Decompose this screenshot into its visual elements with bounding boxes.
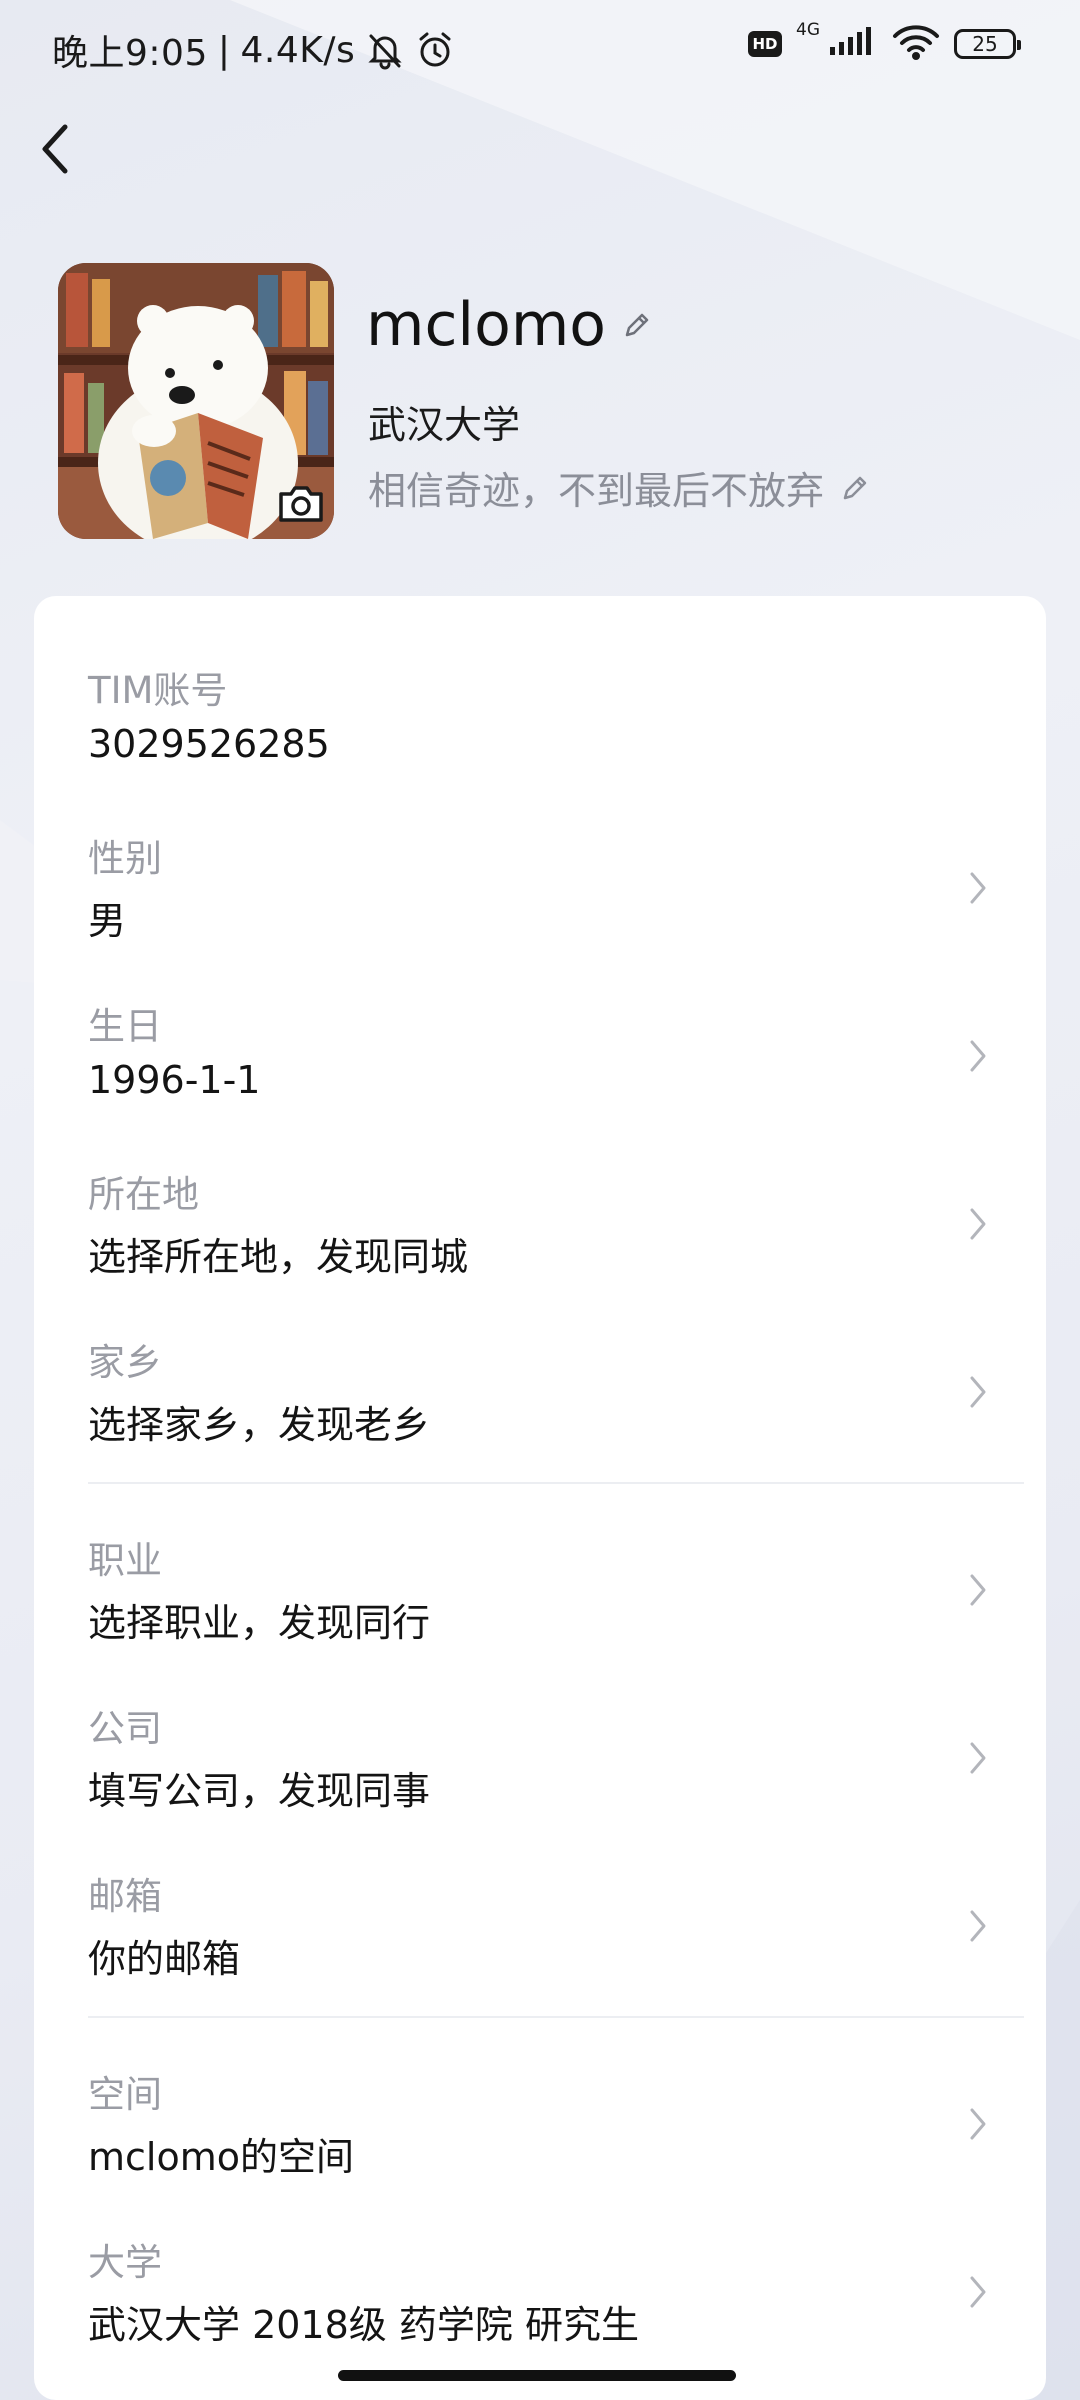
row-location[interactable]: 所在地 选择所在地，发现同城 [88,1164,992,1314]
nickname: mclomo [366,290,606,360]
field-label: 大学 [88,2241,162,2284]
field-value: mclomo的空间 [88,2135,354,2179]
field-label: 空间 [88,2073,162,2116]
row-birthday[interactable]: 生日 1996-1-1 [88,996,992,1146]
field-label: TIM账号 [88,669,228,712]
row-occupation[interactable]: 职业 选择职业，发现同行 [88,1530,992,1680]
signature: 相信奇迹，不到最后不放弃 [368,469,825,513]
field-label: 职业 [88,1539,162,1582]
change-avatar-button[interactable] [272,478,330,528]
chevron-right-icon [970,2108,986,2140]
row-email[interactable]: 邮箱 你的邮箱 [88,1866,992,2016]
status-bar: 晚上9:05 | 4.4K/s HD 4G 25 [0,0,1080,96]
signature-row[interactable]: 相信奇迹，不到最后不放弃 [368,460,870,515]
row-gender[interactable]: 性别 男 [88,828,992,978]
nickname-row[interactable]: mclomo [366,290,652,360]
field-value: 武汉大学 2018级 药学院 研究生 [88,2303,639,2347]
signal-bars-icon [828,25,878,63]
home-indicator[interactable] [338,2370,736,2381]
row-hometown[interactable]: 家乡 选择家乡，发现老乡 [88,1332,992,1482]
hd-badge: HD [748,31,782,57]
camera-icon [279,486,323,522]
field-value: 选择所在地，发现同城 [88,1235,469,1279]
pencil-icon [843,476,867,499]
profile-info-card: TIM账号 3029526285 性别 男 生日 1996-1-1 所在地 选择… [34,596,1046,2400]
field-label: 所在地 [88,1173,199,1216]
row-tim-account: TIM账号 3029526285 [88,660,992,810]
network-type: 4G [796,20,820,40]
field-value: 1996-1-1 [88,1058,261,1102]
back-button[interactable] [22,114,92,184]
status-time: 晚上9:05 [52,33,208,74]
school-name: 武汉大学 [368,403,521,447]
field-label: 生日 [88,1005,162,1048]
status-net-speed: 4.4K/s [240,29,356,71]
field-label: 性别 [88,837,162,880]
battery-indicator: 25 [954,29,1021,59]
chevron-right-icon [970,1208,986,1240]
bell-off-icon [365,30,405,70]
field-value: 选择职业，发现同行 [88,1601,431,1645]
chevron-right-icon [970,1574,986,1606]
field-label: 家乡 [88,1341,162,1384]
field-value: 男 [88,899,127,943]
chevron-right-icon [970,1742,986,1774]
row-company[interactable]: 公司 填写公司，发现同事 [88,1698,992,1848]
section-divider [88,1482,1024,1484]
wifi-icon [892,24,940,64]
field-value: 填写公司，发现同事 [88,1769,431,1813]
battery-level: 25 [972,32,998,56]
alarm-clock-icon [415,30,455,70]
row-qzone[interactable]: 空间 mclomo的空间 [88,2064,992,2214]
section-divider [88,2016,1024,2018]
field-value: 你的邮箱 [88,1937,241,1981]
chevron-right-icon [970,1376,986,1408]
row-university[interactable]: 大学 武汉大学 2018级 药学院 研究生 [88,2232,992,2382]
field-value: 选择家乡，发现老乡 [88,1403,431,1447]
chevron-right-icon [970,2276,986,2308]
chevron-right-icon [970,872,986,904]
field-label: 邮箱 [88,1875,162,1918]
chevron-right-icon [970,1910,986,1942]
status-separator: | [217,29,231,71]
pencil-icon [625,313,649,337]
field-label: 公司 [88,1707,162,1750]
field-value: 3029526285 [88,722,330,766]
chevron-left-icon [42,124,68,174]
chevron-right-icon [970,1040,986,1072]
